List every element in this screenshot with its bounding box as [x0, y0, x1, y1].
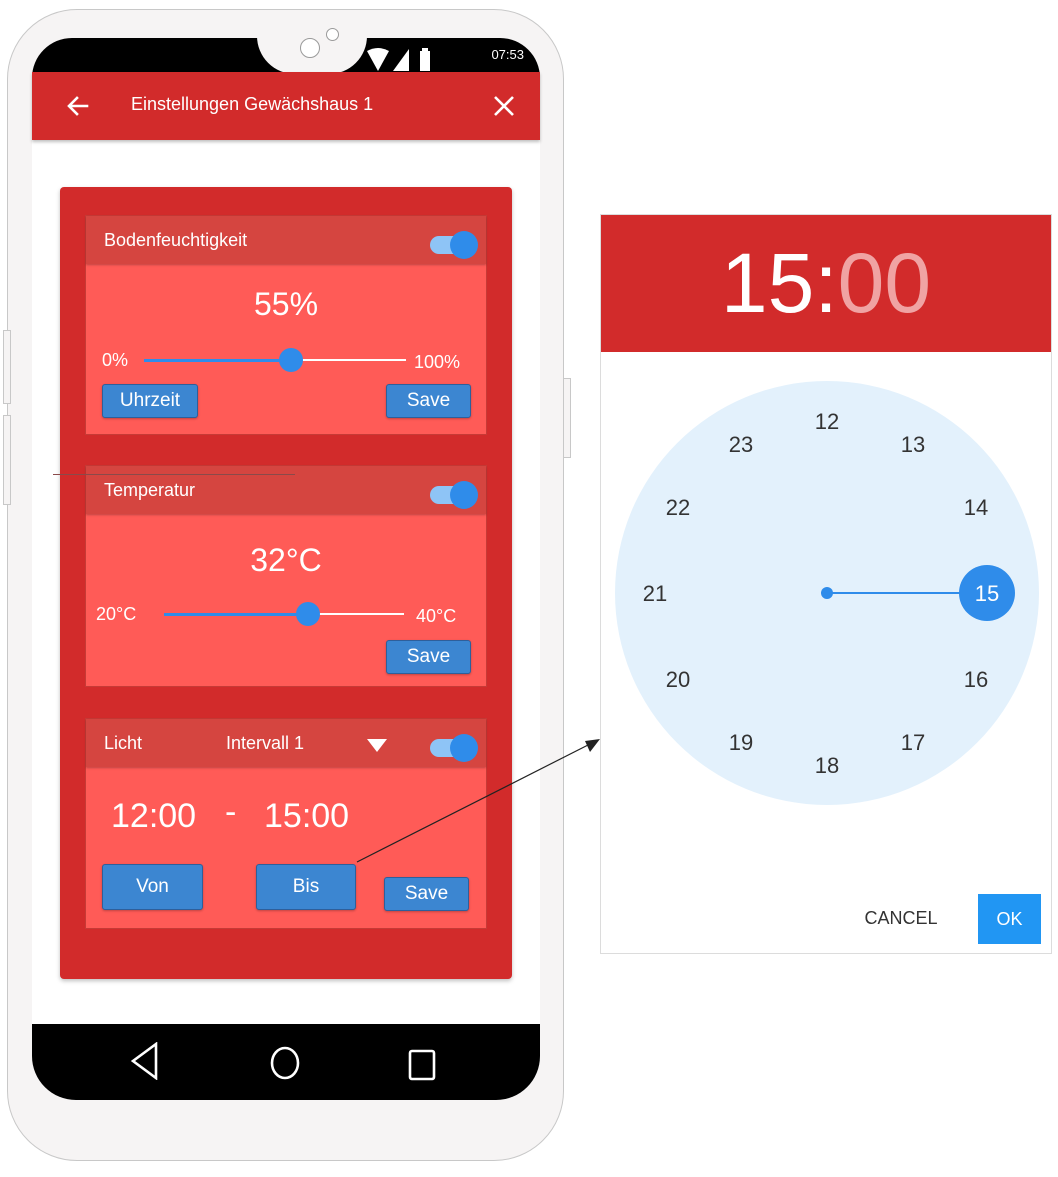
- slider-min-label: 0%: [102, 350, 129, 370]
- slider-thumb[interactable]: [296, 602, 320, 626]
- navigation-bar: [32, 1024, 540, 1100]
- hour-label-21[interactable]: 21: [643, 581, 667, 606]
- card-title: Temperatur: [104, 480, 196, 500]
- interval-dropdown[interactable]: Intervall 1: [226, 733, 387, 757]
- nav-recent-button[interactable]: [399, 1042, 445, 1088]
- nav-back-button[interactable]: [122, 1038, 168, 1084]
- triangle-back-icon: [130, 1042, 158, 1080]
- interval-selected: Intervall 1: [226, 733, 305, 753]
- volume-button: [3, 330, 11, 404]
- temperature-slider[interactable]: [164, 602, 404, 626]
- app-bar: Einstellungen Gewächshaus 1: [32, 72, 540, 140]
- card-title: Bodenfeuchtigkeit: [104, 230, 248, 250]
- soil-moisture-slider[interactable]: [144, 348, 406, 372]
- camera-notch: [257, 28, 367, 74]
- slider-max-label: 100%: [414, 352, 461, 372]
- cancel-button[interactable]: CANCEL: [853, 895, 949, 941]
- from-time: 12:00: [111, 797, 197, 835]
- close-button[interactable]: [486, 88, 522, 124]
- time-colon: :: [814, 236, 838, 330]
- selected-time: 15:00: [601, 235, 1051, 332]
- app-screen: Einstellungen Gewächshaus 1 Bodenfeuchti…: [32, 72, 540, 1024]
- time-picker-header: 15:00: [601, 215, 1051, 352]
- temperature-save-button[interactable]: Save: [386, 640, 471, 674]
- slider-max-label: 40°C: [416, 606, 457, 626]
- status-time: 07:53: [491, 47, 524, 62]
- hour-label-19[interactable]: 19: [729, 730, 753, 755]
- time-button[interactable]: Uhrzeit: [102, 384, 198, 418]
- toggle-knob: [450, 734, 478, 762]
- hour-label-14[interactable]: 14: [964, 495, 988, 520]
- hour-label-12[interactable]: 12: [815, 409, 839, 434]
- card-header: Licht Intervall 1: [86, 719, 486, 767]
- square-recent-icon: [408, 1049, 436, 1081]
- arrow-left-icon: [67, 96, 89, 116]
- ok-button[interactable]: OK: [978, 894, 1041, 944]
- toggle-knob: [450, 481, 478, 509]
- temperature-value: 32°C: [250, 542, 322, 578]
- front-camera: [300, 38, 320, 58]
- soil-moisture-toggle[interactable]: [430, 230, 478, 260]
- hour-label-22[interactable]: 22: [666, 495, 690, 520]
- temperature-card: Temperatur 32°C 20°C 40°C Save: [85, 465, 487, 687]
- settings-panel: Bodenfeuchtigkeit 55% 0% 100% Uhrzeit Sa…: [60, 187, 512, 979]
- minutes-display[interactable]: 00: [838, 236, 931, 330]
- time-picker-dialog: 15:00 12 13 14 15 16 17 18 19 20 21 22 23 CANCEL OK: [600, 214, 1052, 954]
- hour-label-15[interactable]: 15: [975, 581, 999, 606]
- light-save-button[interactable]: Save: [384, 877, 469, 911]
- from-button[interactable]: Von: [102, 864, 203, 910]
- card-header: Bodenfeuchtigkeit: [86, 216, 486, 264]
- hour-label-13[interactable]: 13: [901, 432, 925, 457]
- clock-dial[interactable]: 12 13 14 15 16 17 18 19 20 21 22 23: [601, 355, 1051, 815]
- hour-label-23[interactable]: 23: [729, 432, 753, 457]
- hours-display[interactable]: 15: [721, 236, 814, 330]
- clock-center: [821, 587, 833, 599]
- light-card: Licht Intervall 1 12:00 - 15:00 Von Bis …: [85, 718, 487, 929]
- to-button[interactable]: Bis: [256, 864, 356, 910]
- hour-label-17[interactable]: 17: [901, 730, 925, 755]
- circle-home-icon: [270, 1046, 300, 1080]
- toggle-knob: [450, 231, 478, 259]
- divider-line: [53, 474, 295, 475]
- to-time: 15:00: [264, 797, 350, 835]
- temperature-toggle[interactable]: [430, 480, 478, 510]
- signal-icon: [367, 48, 430, 71]
- page-title: Einstellungen Gewächshaus 1: [131, 94, 374, 114]
- close-icon: [494, 96, 514, 116]
- soil-moisture-card: Bodenfeuchtigkeit 55% 0% 100% Uhrzeit Sa…: [85, 215, 487, 435]
- slider-min-label: 20°C: [96, 604, 137, 624]
- slider-thumb[interactable]: [278, 348, 303, 372]
- triangle-down-icon: [367, 739, 387, 752]
- hour-label-16[interactable]: 16: [964, 667, 988, 692]
- slider-fill: [164, 613, 308, 616]
- hour-label-18[interactable]: 18: [815, 753, 839, 778]
- hour-label-20[interactable]: 20: [666, 667, 690, 692]
- light-toggle[interactable]: [430, 733, 478, 763]
- nav-home-button[interactable]: [262, 1040, 308, 1086]
- power-button: [563, 378, 571, 458]
- soil-save-button[interactable]: Save: [386, 384, 471, 418]
- card-title: Licht: [104, 733, 143, 753]
- volume-button-2: [3, 415, 11, 505]
- slider-fill: [144, 359, 291, 362]
- back-button[interactable]: [60, 88, 96, 124]
- soil-moisture-value: 55%: [253, 286, 319, 322]
- time-separator: -: [225, 793, 237, 831]
- sensor: [326, 28, 339, 41]
